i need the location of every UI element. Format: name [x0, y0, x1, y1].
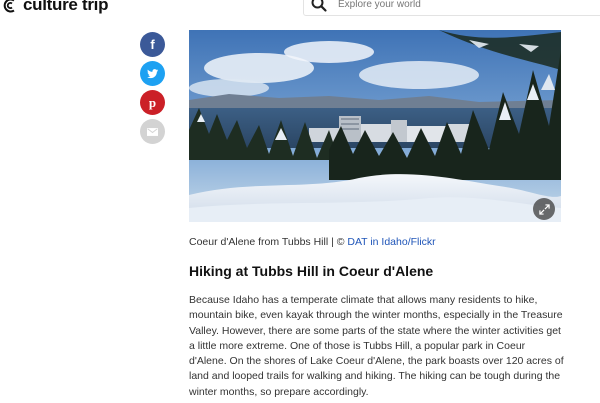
- expand-icon: [538, 203, 550, 215]
- article-image: [189, 30, 561, 222]
- twitter-share-button[interactable]: [140, 61, 165, 86]
- search-input[interactable]: [338, 0, 578, 10]
- pinterest-share-button[interactable]: p: [140, 90, 165, 115]
- coeur-dalene-photo: [189, 30, 561, 222]
- email-share-button[interactable]: [140, 119, 165, 144]
- twitter-icon: [147, 69, 159, 79]
- caption-text: Coeur d'Alene from Tubbs Hill | ©: [189, 236, 348, 248]
- image-caption: Coeur d'Alene from Tubbs Hill | © DAT in…: [189, 236, 436, 248]
- article-paragraph: Because Idaho has a temperate climate th…: [189, 294, 564, 398]
- logo-text: culture trip: [23, 0, 109, 14]
- page: culture trip f p: [0, 0, 600, 403]
- search-box[interactable]: [303, 0, 600, 16]
- share-buttons: f p: [140, 32, 166, 148]
- section-title: Hiking at Tubbs Hill in Coeur d'Alene: [189, 263, 434, 279]
- site-header: culture trip: [0, 0, 600, 18]
- site-logo[interactable]: culture trip: [3, 0, 108, 16]
- facebook-share-button[interactable]: f: [140, 32, 165, 57]
- photo-credit-link[interactable]: DAT in Idaho/Flickr: [347, 236, 435, 248]
- culture-trip-logo-icon: [3, 0, 15, 12]
- expand-image-button[interactable]: [533, 198, 555, 220]
- pinterest-icon: p: [148, 95, 157, 110]
- facebook-icon: f: [150, 37, 155, 52]
- search-icon[interactable]: [310, 0, 328, 13]
- email-icon: [147, 127, 158, 136]
